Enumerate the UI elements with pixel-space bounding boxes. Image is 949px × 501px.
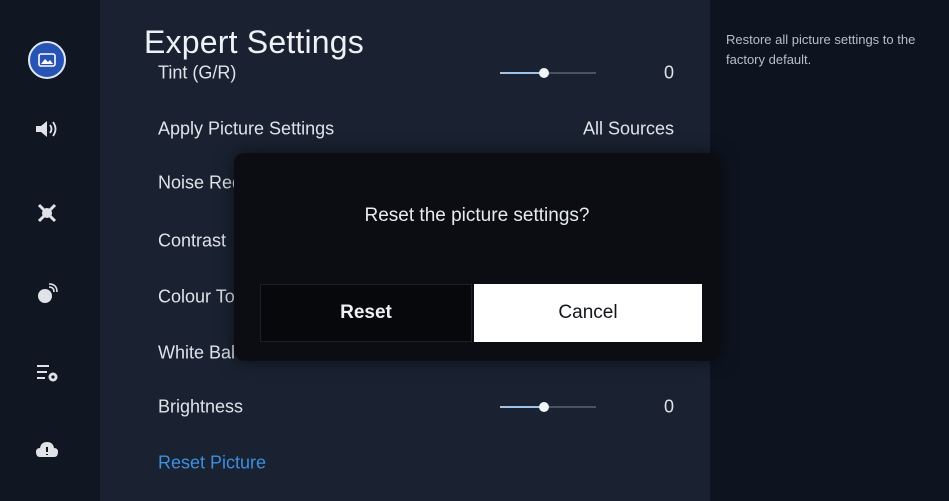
support-icon[interactable] [30, 434, 64, 468]
row-value: All Sources [582, 118, 674, 139]
tint-slider[interactable] [500, 68, 596, 78]
menu-row-apply-picture-settings[interactable]: Apply Picture Settings All Sources [144, 102, 674, 156]
sound-icon[interactable] [30, 112, 64, 146]
cancel-button[interactable]: Cancel [474, 284, 702, 342]
broadcasting-icon[interactable] [30, 196, 64, 230]
row-value: 0 [663, 396, 674, 417]
dialog-message: Reset the picture settings? [364, 205, 590, 226]
brightness-slider[interactable] [500, 402, 596, 412]
slider-knob[interactable] [539, 68, 549, 78]
reset-confirm-dialog: Reset the picture settings? Reset Cancel [234, 153, 720, 361]
slider-knob[interactable] [539, 402, 549, 412]
help-column: Restore all picture settings to the fact… [710, 0, 949, 501]
row-label: Contrast [158, 230, 227, 251]
menu-row-reset-picture[interactable]: Reset Picture [144, 436, 674, 490]
page-title: Expert Settings [144, 20, 374, 64]
reset-button[interactable]: Reset [260, 284, 472, 342]
row-value: 0 [663, 62, 674, 83]
row-label: Reset Picture [158, 452, 267, 473]
sidebar [0, 0, 100, 501]
row-label: Tint (G/R) [158, 62, 237, 83]
network-icon[interactable] [30, 277, 64, 311]
row-label: Brightness [158, 396, 244, 417]
help-description: Restore all picture settings to the fact… [726, 32, 916, 67]
menu-row-brightness[interactable]: Brightness 0 [144, 380, 674, 434]
row-label: Apply Picture Settings [158, 118, 335, 139]
general-icon[interactable] [30, 356, 64, 390]
picture-icon[interactable] [28, 41, 66, 79]
